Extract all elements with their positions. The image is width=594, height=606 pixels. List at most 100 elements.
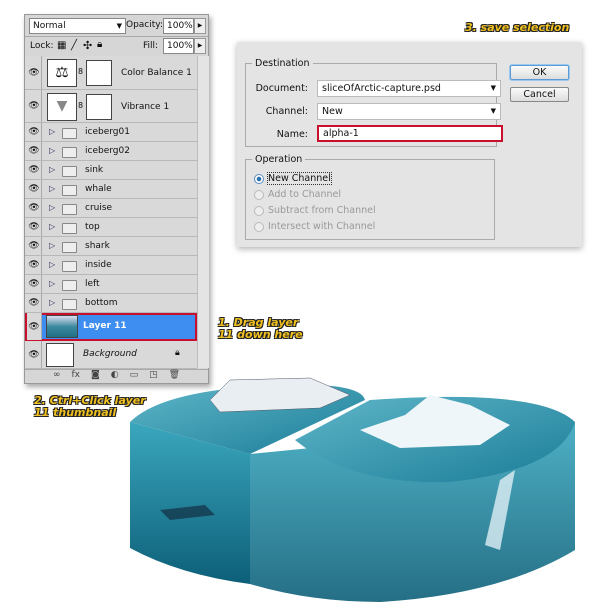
eye-icon[interactable]: 👁︎ [27,294,42,312]
expand-triangle-icon[interactable]: ▷ [49,222,55,231]
layer-group-sink[interactable]: 👁︎ ▷ sink [25,161,197,180]
ok-button[interactable]: OK [510,65,569,80]
layer-row-vibrance[interactable]: 👁︎ ▼ 8 Vibrance 1 [25,90,197,123]
eye-icon[interactable]: 👁︎ [27,313,42,340]
radio-new-channel[interactable]: New Channel [254,172,332,185]
scales-icon: ⚖ [47,59,77,87]
brush-icon[interactable]: ╱ [71,40,77,51]
layer-group-top[interactable]: 👁︎ ▷ top [25,218,197,237]
eye-icon[interactable]: 👁︎ [27,275,42,293]
blend-mode-select[interactable]: Normal ▼ [29,18,126,34]
move-icon[interactable]: ✣ [83,39,92,52]
chevron-down-icon: ▼ [116,22,122,30]
group-name: left [85,279,100,289]
folder-icon [62,185,77,196]
lock-label: Lock: [30,41,54,51]
expand-triangle-icon[interactable]: ▷ [49,203,55,212]
group-name: cruise [85,203,113,213]
fill-slider-button[interactable]: ▶ [194,38,206,54]
link-icon: 8 [78,67,84,76]
eye-icon[interactable]: 👁︎ [27,218,42,236]
layer-row-layer-11[interactable]: 👁︎ Layer 11 [25,313,197,341]
eye-icon[interactable]: 👁︎ [27,341,42,368]
channel-select[interactable]: New ▼ [317,103,501,120]
group-name: inside [85,260,112,270]
layer-group-cruise[interactable]: 👁︎ ▷ cruise [25,199,197,218]
layer-thumbnail[interactable] [46,343,74,367]
adjustment-icon[interactable]: ◐ [111,370,119,384]
radio-label: Intersect with Channel [268,221,376,232]
scrollbar[interactable] [197,56,209,368]
radio-button[interactable] [254,189,264,200]
radio-add-to-channel[interactable]: Add to Channel [254,189,341,200]
expand-triangle-icon[interactable]: ▷ [49,146,55,155]
eye-icon[interactable]: 👁︎ [27,199,42,217]
group-name: whale [85,184,112,194]
eye-icon[interactable]: 👁︎ [27,142,42,160]
eye-icon[interactable]: 👁︎ [27,256,42,274]
expand-triangle-icon[interactable]: ▷ [49,298,55,307]
group-name: sink [85,165,104,175]
layer-group-bottom[interactable]: 👁︎ ▷ bottom [25,294,197,313]
layer-mask-thumbnail[interactable] [86,60,112,86]
radio-subtract-from-channel[interactable]: Subtract from Channel [254,205,376,216]
eye-icon[interactable]: 👁︎ [27,180,42,198]
opacity-slider-button[interactable]: ▶ [194,18,206,34]
layers-panel: Normal ▼ Opacity: 100% ▶ Lock: ▦ ╱ ✣ 🔒︎ F… [24,14,209,384]
expand-triangle-icon[interactable]: ▷ [49,241,55,250]
eye-icon[interactable]: 👁︎ [27,237,42,255]
fill-input[interactable]: 100% [163,38,194,54]
layer-group-left[interactable]: 👁︎ ▷ left [25,275,197,294]
lock-icon: 🔒︎ [175,348,180,358]
layer-name: Color Balance 1 [121,68,192,78]
lock-transparency-icon[interactable]: ▦ [57,40,66,51]
layer-mask-thumbnail[interactable] [86,94,112,120]
layer-group-shark[interactable]: 👁︎ ▷ shark [25,237,197,256]
radio-button[interactable] [254,221,264,232]
mask-icon[interactable]: ◙ [91,370,100,384]
eye-icon[interactable]: 👁︎ [27,90,42,122]
lock-icon[interactable]: 🔒︎ [97,39,102,50]
layer-thumbnail[interactable] [46,315,78,338]
layer-row-color-balance[interactable]: 👁︎ ⚖ 8 Color Balance 1 [25,56,197,90]
annotation-step1: 1. Drag layer 11 down here [218,316,303,341]
layer-row-background[interactable]: 👁︎ Background 🔒︎ [25,341,197,369]
expand-triangle-icon[interactable]: ▷ [49,279,55,288]
layer-group-whale[interactable]: 👁︎ ▷ whale [25,180,197,199]
folder-icon [62,223,77,234]
radio-button[interactable] [254,205,264,216]
eye-icon[interactable]: 👁︎ [27,123,42,141]
eye-icon[interactable]: 👁︎ [27,161,42,179]
folder-icon [62,204,77,215]
channel-label: Channel: [265,106,308,117]
group-name: iceberg02 [85,146,130,156]
radio-label: Subtract from Channel [268,205,376,216]
layer-group-iceberg02[interactable]: 👁︎ ▷ iceberg02 [25,142,197,161]
layer-group-inside[interactable]: 👁︎ ▷ inside [25,256,197,275]
link-icon: 8 [78,101,84,110]
expand-triangle-icon[interactable]: ▷ [49,260,55,269]
cancel-button[interactable]: Cancel [510,87,569,102]
blend-mode-value: Normal [33,21,66,31]
expand-triangle-icon[interactable]: ▷ [49,127,55,136]
link-icon[interactable]: ∞ [53,370,61,384]
radio-button[interactable] [254,173,264,184]
folder-icon [62,128,77,139]
opacity-input[interactable]: 100% [163,18,194,34]
layer-name: Background [83,349,137,359]
layer-group-iceberg01[interactable]: 👁︎ ▷ iceberg01 [25,123,197,142]
expand-triangle-icon[interactable]: ▷ [49,184,55,193]
layer-name: Vibrance 1 [121,102,170,112]
radio-intersect-with-channel[interactable]: Intersect with Channel [254,221,375,232]
eye-icon[interactable]: 👁︎ [27,56,42,89]
destination-group: Destination Document: sliceOfArctic-capt… [245,58,503,147]
vibrance-triangle-icon: ▼ [47,93,77,121]
annotation-step3: 3. save selection [465,21,570,34]
document-select[interactable]: sliceOfArctic-capture.psd ▼ [317,80,501,97]
name-label: Name: [276,129,308,140]
fx-icon[interactable]: fx [71,370,80,384]
operation-group: Operation New Channel Add to Channel Subtr… [245,154,495,240]
expand-triangle-icon[interactable]: ▷ [49,165,55,174]
name-input[interactable]: alpha-1 [317,125,503,142]
chevron-down-icon: ▼ [490,84,496,92]
